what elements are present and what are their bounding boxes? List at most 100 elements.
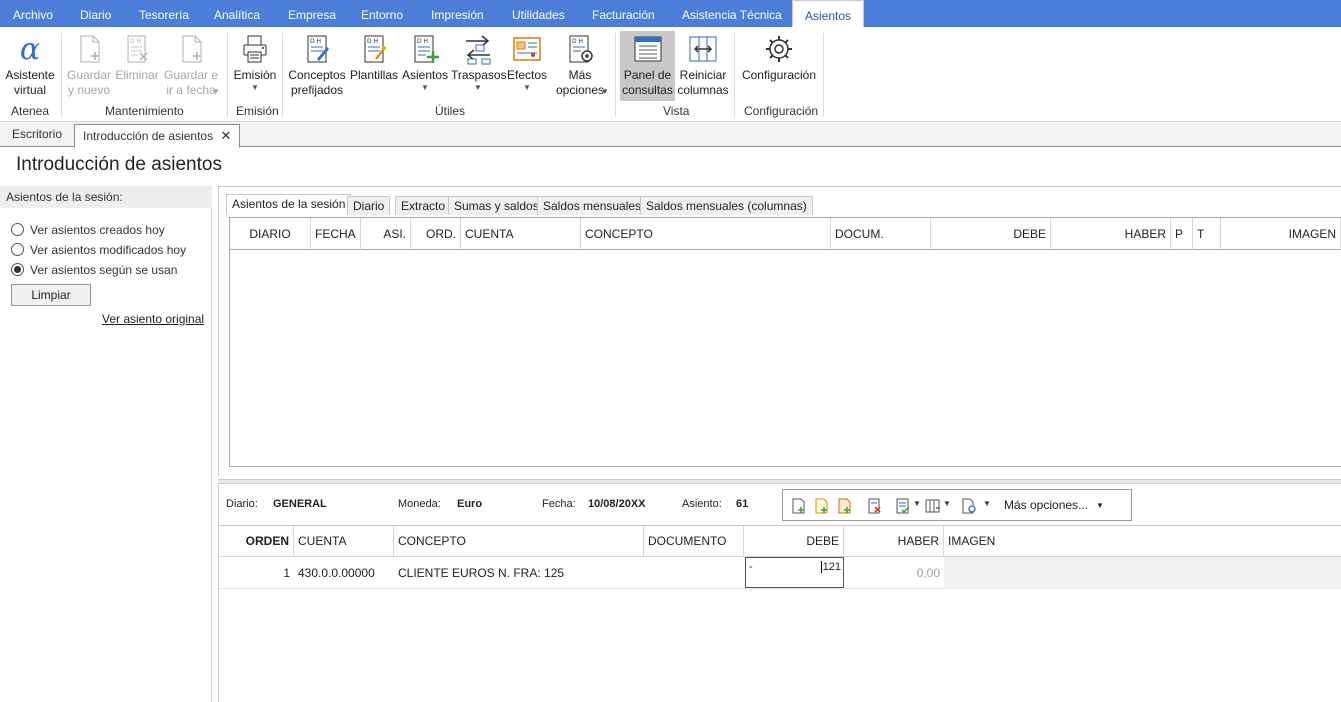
chevron-down-icon[interactable]: ▼: [983, 499, 991, 508]
chevron-down-icon: ▼: [1096, 501, 1104, 510]
subtab-diario[interactable]: Diario: [347, 196, 391, 215]
column-orden[interactable]: ORDEN: [219, 526, 294, 557]
bills-icon: [513, 37, 541, 61]
guardar-y-nuevo-button[interactable]: Guardar y nuevo: [66, 31, 112, 101]
duplicate-line-icon[interactable]: [837, 498, 853, 514]
menu-asistencia-tecnica[interactable]: Asistencia Técnica: [682, 0, 782, 27]
delete-line-icon[interactable]: [867, 498, 883, 514]
ver-asiento-original-link[interactable]: Ver asiento original: [102, 312, 204, 326]
menu-facturacion[interactable]: Facturación: [592, 0, 655, 27]
chevron-down-icon[interactable]: ▼: [913, 499, 921, 508]
cell-haber[interactable]: 0,00: [844, 557, 944, 589]
cell-cuenta[interactable]: 430.0.0.00000: [294, 557, 394, 589]
cell-concepto[interactable]: CLIENTE EUROS N. FRA: 125: [394, 557, 644, 589]
radio-created-today[interactable]: Ver asientos creados hoy: [11, 222, 165, 238]
cell-imagen[interactable]: [944, 557, 1341, 589]
column-haber[interactable]: HABER: [1051, 218, 1171, 250]
plantillas-button[interactable]: D H Plantillas: [349, 31, 399, 101]
column-concepto[interactable]: CONCEPTO: [394, 526, 644, 557]
column-debe[interactable]: DEBE: [931, 218, 1051, 250]
conceptos-prefijados-button[interactable]: D H Conceptos prefijados: [287, 31, 347, 101]
tab-introduccion-asientos[interactable]: Introducción de asientos ✕: [74, 124, 241, 148]
column-cuenta[interactable]: CUENTA: [461, 218, 581, 250]
column-p[interactable]: P: [1171, 218, 1193, 250]
radio-button[interactable]: [11, 243, 24, 256]
column-cuenta[interactable]: CUENTA: [294, 526, 394, 557]
columns-icon[interactable]: [925, 498, 941, 514]
printer-icon: [243, 35, 267, 63]
entry-toolbar: ▼ ▼ ▼ Más opciones... ▼: [782, 489, 1132, 521]
subtab-extracto[interactable]: Extracto: [395, 196, 452, 215]
column-t[interactable]: T: [1193, 218, 1221, 250]
radio-as-used[interactable]: Ver asientos según se usan: [11, 262, 177, 278]
column-haber[interactable]: HABER: [844, 526, 944, 557]
entry-info-bar: Diario: GENERAL Moneda: Euro Fecha: 10/0…: [218, 485, 1341, 525]
menu-analitica[interactable]: Analítica: [214, 0, 260, 27]
alpha-icon: α: [20, 33, 40, 65]
debe-input[interactable]: - 121: [745, 557, 844, 588]
column-debe[interactable]: DEBE: [744, 526, 844, 557]
cell-documento[interactable]: [644, 557, 744, 589]
query-panel-icon: [634, 36, 661, 62]
add-entry-icon: D H: [414, 35, 439, 63]
more-options-dropdown[interactable]: Más opciones... ▼: [1004, 498, 1104, 512]
moneda-label: Moneda:: [398, 498, 441, 510]
predefined-concepts-icon: D H: [307, 35, 329, 63]
column-imagen[interactable]: IMAGEN: [1221, 218, 1341, 250]
subtab-session-entries[interactable]: Asientos de la sesión: [226, 194, 352, 215]
check-list-icon[interactable]: [895, 498, 911, 514]
chevron-down-icon: ▼: [601, 87, 609, 96]
add-line-icon[interactable]: [814, 498, 830, 514]
menu-empresa[interactable]: Empresa: [288, 0, 336, 27]
limpiar-button[interactable]: Limpiar: [11, 284, 91, 306]
subtab-saldos-mensuales[interactable]: Saldos mensuales: [537, 196, 648, 215]
svg-text:D H: D H: [417, 38, 428, 45]
cell-orden[interactable]: 1: [219, 557, 294, 589]
document-view-icon[interactable]: [961, 498, 977, 514]
column-ord[interactable]: ORD.: [411, 218, 461, 250]
menu-diario[interactable]: Diario: [80, 0, 111, 27]
radio-button-selected[interactable]: [11, 263, 24, 276]
subtab-saldos-mensuales-columnas[interactable]: Saldos mensuales (columnas): [640, 196, 813, 215]
close-icon[interactable]: ✕: [220, 128, 231, 143]
page-title: Introducción de asientos: [16, 154, 222, 175]
eliminar-button[interactable]: D H Eliminar: [114, 31, 160, 101]
mas-opciones-button[interactable]: D H Más opciones ▼: [549, 31, 611, 101]
splitter[interactable]: [218, 479, 1341, 484]
table-row[interactable]: 1 430.0.0.00000 CLIENTE EUROS N. FRA: 12…: [219, 557, 1341, 589]
menu-utilidades[interactable]: Utilidades: [512, 0, 565, 27]
session-entries-grid[interactable]: DIARIO FECHA ASI. ORD. CUENTA CONCEPTO D…: [229, 217, 1341, 467]
subtab-sumas-saldos[interactable]: Sumas y saldos: [448, 196, 545, 215]
column-concepto[interactable]: CONCEPTO: [581, 218, 831, 250]
guardar-ir-fecha-button[interactable]: Guardar e ir a fecha ▼: [162, 31, 220, 101]
emision-button[interactable]: Emisión ▼: [232, 31, 278, 101]
entry-lines-grid[interactable]: ORDEN CUENTA CONCEPTO DOCUMENTO DEBE HAB…: [218, 525, 1341, 702]
menu-bar: Archivo Diario Tesorería Analítica Empre…: [0, 0, 1341, 28]
menu-entorno[interactable]: Entorno: [361, 0, 403, 27]
menu-impresion[interactable]: Impresión: [431, 0, 484, 27]
column-documento[interactable]: DOCUMENTO: [644, 526, 744, 557]
menu-tesoreria[interactable]: Tesorería: [139, 0, 189, 27]
chevron-down-icon[interactable]: ▼: [943, 499, 951, 508]
reiniciar-columnas-button[interactable]: Reiniciar columnas: [677, 31, 729, 101]
radio-button[interactable]: [11, 223, 24, 236]
moneda-value: Euro: [457, 498, 483, 510]
configuracion-button[interactable]: Configuración: [740, 31, 818, 101]
efectos-button[interactable]: Efectos ▼: [506, 31, 548, 101]
chevron-down-icon: ▼: [523, 83, 531, 92]
column-docum[interactable]: DOCUM.: [831, 218, 931, 250]
panel-consultas-button[interactable]: Panel de consultas: [620, 31, 675, 101]
column-imagen[interactable]: IMAGEN: [944, 526, 1044, 557]
radio-modified-today[interactable]: Ver asientos modificados hoy: [11, 242, 186, 258]
tab-escritorio[interactable]: Escritorio: [4, 124, 70, 147]
svg-text:D H: D H: [367, 38, 378, 45]
asistente-virtual-button[interactable]: α Asistente virtual: [3, 31, 57, 101]
menu-asientos[interactable]: Asientos: [792, 0, 865, 28]
traspasos-button[interactable]: Traspasos ▼: [451, 31, 507, 101]
menu-archivo[interactable]: Archivo: [13, 0, 53, 27]
asientos-button[interactable]: D H Asientos ▼: [401, 31, 449, 101]
column-fecha[interactable]: FECHA: [311, 218, 361, 250]
column-diario[interactable]: DIARIO: [230, 218, 311, 250]
insert-line-icon[interactable]: [791, 498, 807, 514]
column-asi[interactable]: ASI.: [361, 218, 411, 250]
